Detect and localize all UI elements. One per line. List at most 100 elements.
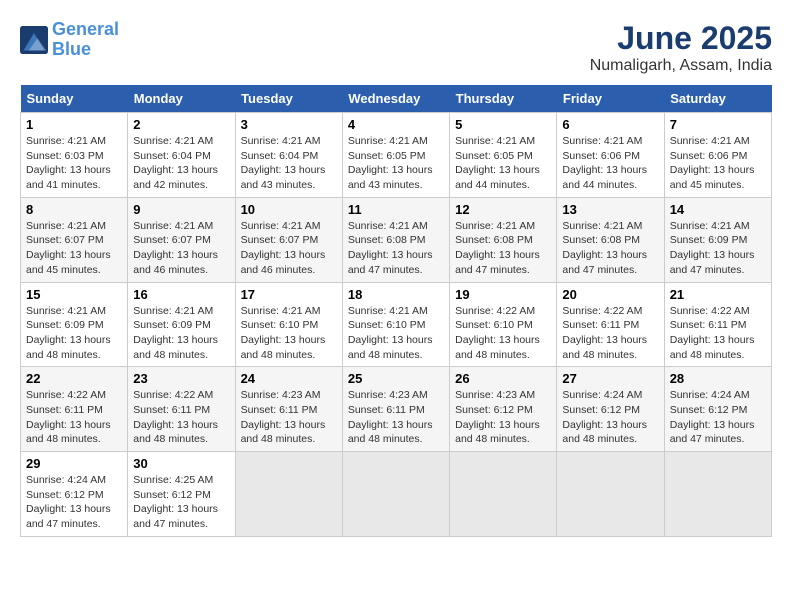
day-number: 21 (670, 287, 766, 302)
day-info: Sunrise: 4:23 AM Sunset: 6:11 PM Dayligh… (241, 388, 337, 447)
day-info: Sunrise: 4:21 AM Sunset: 6:09 PM Dayligh… (26, 304, 122, 363)
week-row-5: 29 Sunrise: 4:24 AM Sunset: 6:12 PM Dayli… (21, 452, 772, 537)
day-number: 5 (455, 117, 551, 132)
day-number: 29 (26, 456, 122, 471)
day-number: 27 (562, 371, 658, 386)
day-info: Sunrise: 4:22 AM Sunset: 6:11 PM Dayligh… (562, 304, 658, 363)
day-number: 12 (455, 202, 551, 217)
logo-general: General (52, 19, 119, 39)
calendar-cell (342, 452, 449, 537)
day-number: 19 (455, 287, 551, 302)
column-header-sunday: Sunday (21, 85, 128, 113)
calendar-cell: 30 Sunrise: 4:25 AM Sunset: 6:12 PM Dayli… (128, 452, 235, 537)
column-header-wednesday: Wednesday (342, 85, 449, 113)
day-number: 24 (241, 371, 337, 386)
column-header-thursday: Thursday (450, 85, 557, 113)
logo-blue: Blue (52, 39, 91, 59)
calendar-cell: 6Sunrise: 4:21 AM Sunset: 6:06 PM Daylig… (557, 113, 664, 198)
day-number: 4 (348, 117, 444, 132)
calendar-cell: 10Sunrise: 4:21 AM Sunset: 6:07 PM Dayli… (235, 197, 342, 282)
day-number: 13 (562, 202, 658, 217)
logo-text: General Blue (52, 20, 119, 60)
day-info: Sunrise: 4:21 AM Sunset: 6:09 PM Dayligh… (133, 304, 229, 363)
day-number: 16 (133, 287, 229, 302)
logo-icon (20, 26, 48, 54)
day-info: Sunrise: 4:21 AM Sunset: 6:08 PM Dayligh… (348, 219, 444, 278)
calendar-cell: 19 Sunrise: 4:22 AM Sunset: 6:10 PM Dayli… (450, 282, 557, 367)
calendar-cell: 26Sunrise: 4:23 AM Sunset: 6:12 PM Dayli… (450, 367, 557, 452)
day-number: 10 (241, 202, 337, 217)
week-row-2: 8 Sunrise: 4:21 AM Sunset: 6:07 PM Daylig… (21, 197, 772, 282)
week-row-4: 22Sunrise: 4:22 AM Sunset: 6:11 PM Dayli… (21, 367, 772, 452)
day-info: Sunrise: 4:21 AM Sunset: 6:06 PM Dayligh… (670, 134, 766, 193)
column-header-tuesday: Tuesday (235, 85, 342, 113)
day-info: Sunrise: 4:21 AM Sunset: 6:07 PM Dayligh… (133, 219, 229, 278)
day-number: 17 (241, 287, 337, 302)
calendar-cell: 24 Sunrise: 4:23 AM Sunset: 6:11 PM Dayli… (235, 367, 342, 452)
day-number: 26 (455, 371, 551, 386)
day-info: Sunrise: 4:24 AM Sunset: 6:12 PM Dayligh… (670, 388, 766, 447)
calendar-cell: 2Sunrise: 4:21 AM Sunset: 6:04 PM Daylig… (128, 113, 235, 198)
day-number: 2 (133, 117, 229, 132)
day-info: Sunrise: 4:21 AM Sunset: 6:09 PM Dayligh… (670, 219, 766, 278)
calendar-cell: 18Sunrise: 4:21 AM Sunset: 6:10 PM Dayli… (342, 282, 449, 367)
calendar-cell: 20 Sunrise: 4:22 AM Sunset: 6:11 PM Dayli… (557, 282, 664, 367)
calendar-cell (235, 452, 342, 537)
day-number: 6 (562, 117, 658, 132)
calendar-table: SundayMondayTuesdayWednesdayThursdayFrid… (20, 85, 772, 537)
column-header-friday: Friday (557, 85, 664, 113)
calendar-cell: 9 Sunrise: 4:21 AM Sunset: 6:07 PM Daylig… (128, 197, 235, 282)
calendar-cell: 22Sunrise: 4:22 AM Sunset: 6:11 PM Dayli… (21, 367, 128, 452)
calendar-cell: 7 Sunrise: 4:21 AM Sunset: 6:06 PM Daylig… (664, 113, 771, 198)
calendar-cell: 3 Sunrise: 4:21 AM Sunset: 6:04 PM Daylig… (235, 113, 342, 198)
day-info: Sunrise: 4:21 AM Sunset: 6:04 PM Dayligh… (241, 134, 337, 193)
column-header-monday: Monday (128, 85, 235, 113)
calendar-cell: 8Sunrise: 4:21 AM Sunset: 6:07 PM Daylig… (21, 197, 128, 282)
day-number: 1 (26, 117, 122, 132)
day-info: Sunrise: 4:21 AM Sunset: 6:05 PM Dayligh… (455, 134, 551, 193)
day-number: 28 (670, 371, 766, 386)
calendar-cell: 4 Sunrise: 4:21 AM Sunset: 6:05 PM Daylig… (342, 113, 449, 198)
day-info: Sunrise: 4:24 AM Sunset: 6:12 PM Dayligh… (26, 473, 122, 532)
title-area: June 2025 Numaligarh, Assam, India (590, 20, 772, 75)
calendar-cell: 23 Sunrise: 4:22 AM Sunset: 6:11 PM Dayli… (128, 367, 235, 452)
day-number: 8 (26, 202, 122, 217)
main-title: June 2025 (590, 20, 772, 57)
day-info: Sunrise: 4:25 AM Sunset: 6:12 PM Dayligh… (133, 473, 229, 532)
calendar-cell (450, 452, 557, 537)
day-number: 11 (348, 202, 444, 217)
day-info: Sunrise: 4:22 AM Sunset: 6:11 PM Dayligh… (670, 304, 766, 363)
day-info: Sunrise: 4:21 AM Sunset: 6:08 PM Dayligh… (562, 219, 658, 278)
day-info: Sunrise: 4:22 AM Sunset: 6:10 PM Dayligh… (455, 304, 551, 363)
day-info: Sunrise: 4:21 AM Sunset: 6:10 PM Dayligh… (241, 304, 337, 363)
calendar-cell: 27 Sunrise: 4:24 AM Sunset: 6:12 PM Dayli… (557, 367, 664, 452)
day-info: Sunrise: 4:24 AM Sunset: 6:12 PM Dayligh… (562, 388, 658, 447)
day-number: 25 (348, 371, 444, 386)
calendar-cell: 25 Sunrise: 4:23 AM Sunset: 6:11 PM Dayli… (342, 367, 449, 452)
day-number: 20 (562, 287, 658, 302)
day-info: Sunrise: 4:23 AM Sunset: 6:11 PM Dayligh… (348, 388, 444, 447)
day-info: Sunrise: 4:21 AM Sunset: 6:08 PM Dayligh… (455, 219, 551, 278)
calendar-cell: 21 Sunrise: 4:22 AM Sunset: 6:11 PM Dayli… (664, 282, 771, 367)
day-number: 3 (241, 117, 337, 132)
day-number: 30 (133, 456, 229, 471)
logo: General Blue (20, 20, 119, 60)
column-header-saturday: Saturday (664, 85, 771, 113)
calendar-cell: 17 Sunrise: 4:21 AM Sunset: 6:10 PM Dayli… (235, 282, 342, 367)
column-headers: SundayMondayTuesdayWednesdayThursdayFrid… (21, 85, 772, 113)
day-number: 9 (133, 202, 229, 217)
calendar-cell: 15Sunrise: 4:21 AM Sunset: 6:09 PM Dayli… (21, 282, 128, 367)
day-number: 23 (133, 371, 229, 386)
day-info: Sunrise: 4:21 AM Sunset: 6:05 PM Dayligh… (348, 134, 444, 193)
header: General Blue June 2025 Numaligarh, Assam… (20, 20, 772, 75)
calendar-cell: 16 Sunrise: 4:21 AM Sunset: 6:09 PM Dayli… (128, 282, 235, 367)
day-info: Sunrise: 4:21 AM Sunset: 6:03 PM Dayligh… (26, 134, 122, 193)
calendar-cell: 5 Sunrise: 4:21 AM Sunset: 6:05 PM Daylig… (450, 113, 557, 198)
calendar-cell: 1 Sunrise: 4:21 AM Sunset: 6:03 PM Daylig… (21, 113, 128, 198)
calendar-cell (664, 452, 771, 537)
day-number: 7 (670, 117, 766, 132)
subtitle: Numaligarh, Assam, India (590, 57, 772, 75)
day-number: 14 (670, 202, 766, 217)
day-number: 18 (348, 287, 444, 302)
day-info: Sunrise: 4:22 AM Sunset: 6:11 PM Dayligh… (133, 388, 229, 447)
